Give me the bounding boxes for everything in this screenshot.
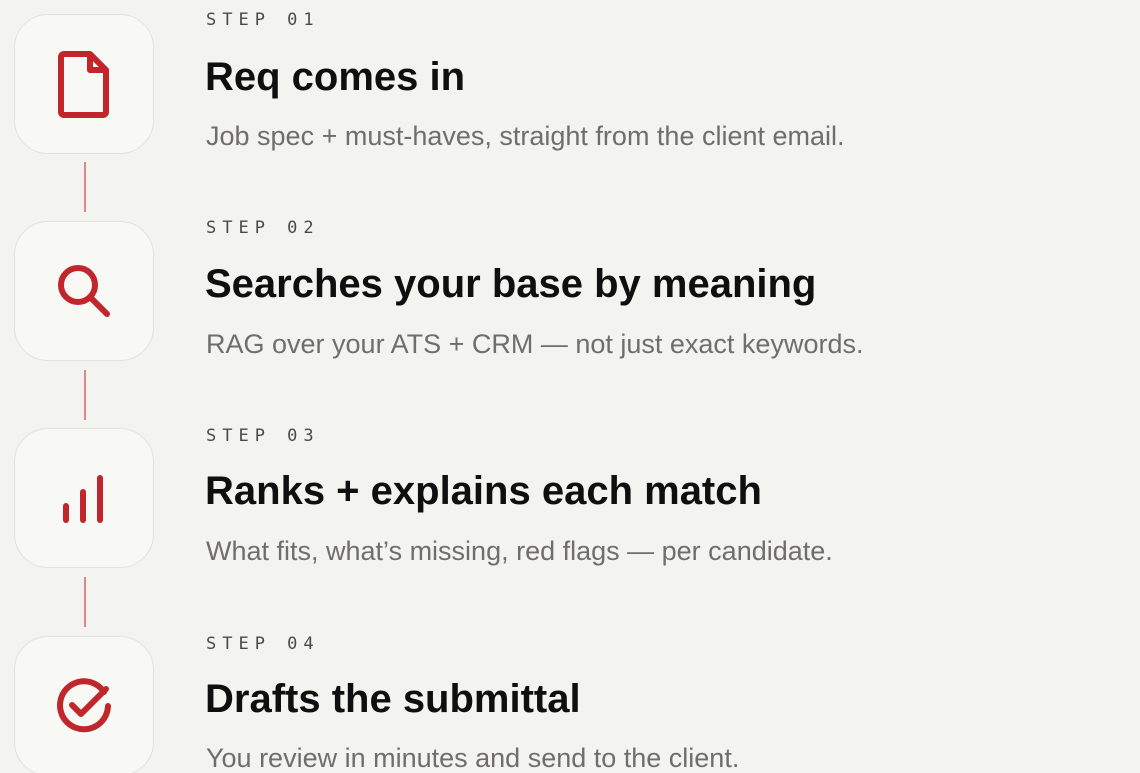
- step-title: Req comes in: [205, 55, 466, 99]
- step-label: STEP 03: [206, 426, 320, 446]
- step-title: Drafts the submittal: [205, 677, 581, 721]
- step-2-icon-tile: [14, 221, 154, 361]
- search-icon: [52, 259, 116, 323]
- check-circle-icon: [52, 674, 116, 738]
- step-3-icon-tile: [14, 428, 154, 568]
- document-icon: [54, 50, 114, 118]
- step-description: RAG over your ATS + CRM — not just exact…: [206, 329, 864, 359]
- step-description: What fits, what’s missing, red flags — p…: [206, 536, 833, 566]
- step-label: STEP 04: [206, 634, 320, 654]
- step-label: STEP 02: [206, 218, 320, 238]
- step-description: Job spec + must-haves, straight from the…: [206, 121, 845, 151]
- step-description: You review in minutes and send to the cl…: [206, 743, 740, 773]
- step-label: STEP 01: [206, 10, 320, 30]
- step-4-icon-tile: [14, 636, 154, 773]
- bar-chart-icon: [54, 468, 114, 528]
- step-1-icon-tile: [14, 14, 154, 154]
- step-connector: [84, 577, 86, 627]
- step-connector: [84, 162, 86, 212]
- step-connector: [84, 370, 86, 420]
- step-title: Searches your base by meaning: [205, 262, 817, 306]
- step-title: Ranks + explains each match: [205, 469, 762, 513]
- workflow-steps: STEP 01 Req comes in Job spec + must-hav…: [0, 0, 1140, 773]
